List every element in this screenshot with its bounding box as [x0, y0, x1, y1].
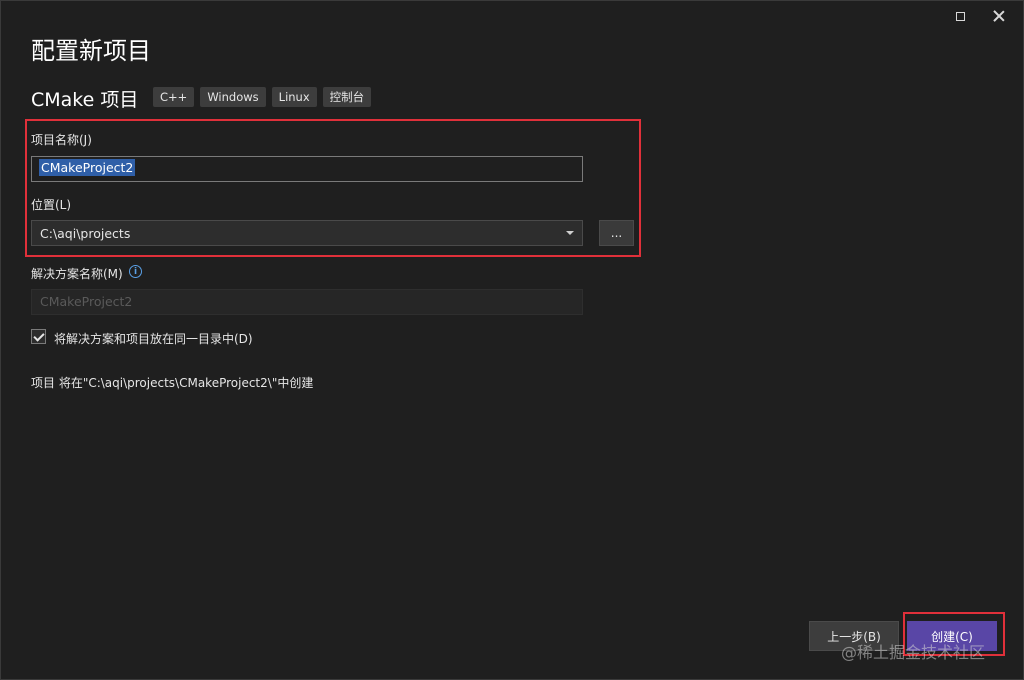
location-value: C:\aqi\projects [40, 225, 131, 241]
close-button[interactable] [982, 5, 1016, 27]
browse-button[interactable]: ... [599, 220, 634, 246]
tag-windows: Windows [200, 87, 266, 107]
tag-console: 控制台 [322, 87, 372, 107]
page-title: 配置新项目 [31, 37, 151, 65]
template-tags: C++ Windows Linux 控制台 [153, 87, 372, 107]
info-icon[interactable]: i [129, 265, 142, 278]
selected-text: CMakeProject2 [39, 159, 136, 176]
project-name-input[interactable]: CMakeProject2 [31, 156, 583, 182]
configure-project-dialog: 配置新项目 CMake 项目 C++ Windows Linux 控制台 项目名… [0, 0, 1024, 680]
watermark: @稀土掘金技术社区 [841, 643, 986, 662]
same-directory-checkbox[interactable] [31, 329, 46, 344]
tag-cpp: C++ [153, 87, 195, 107]
solution-name-input: CMakeProject2 [31, 289, 583, 315]
maximize-icon [955, 11, 965, 21]
same-directory-label[interactable]: 将解决方案和项目放在同一目录中(D) [54, 330, 253, 347]
location-label: 位置(L) [31, 198, 72, 212]
chevron-down-icon[interactable] [566, 231, 574, 235]
location-combobox[interactable]: C:\aqi\projects [31, 220, 583, 246]
template-name: CMake 项目 [31, 89, 139, 111]
project-name-label: 项目名称(J) [31, 133, 92, 147]
maximize-button[interactable] [943, 5, 977, 27]
solution-name-label: 解决方案名称(M) [31, 267, 123, 281]
tag-linux: Linux [271, 87, 317, 107]
close-icon [993, 10, 1005, 22]
project-path-summary: 项目 将在"C:\aqi\projects\CMakeProject2\"中创建 [31, 376, 314, 390]
